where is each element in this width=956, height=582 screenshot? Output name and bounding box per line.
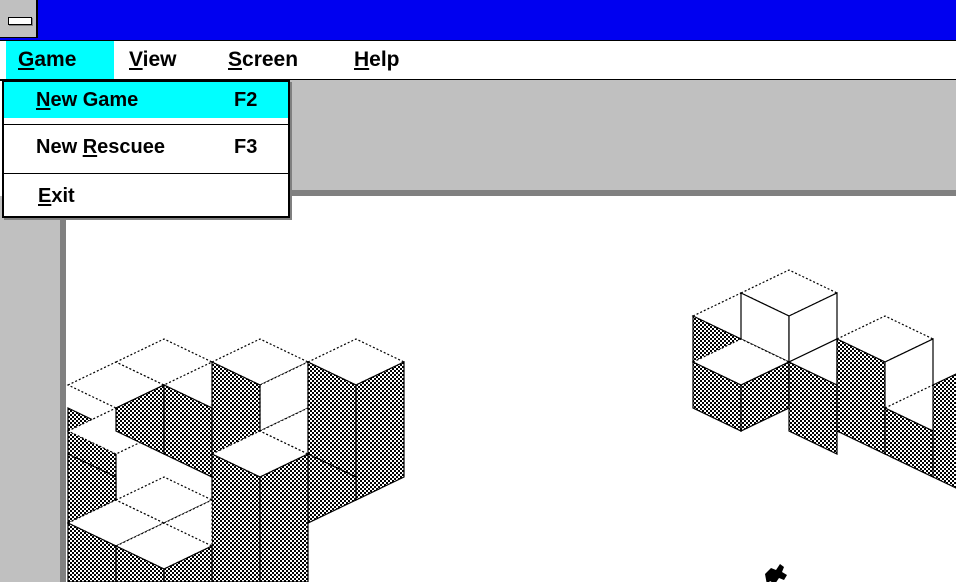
menu-item-new-rescuee-prefix: New bbox=[36, 136, 83, 158]
menu-item-new-rescuee[interactable]: New Rescuee F3 bbox=[4, 129, 288, 165]
menu-item-exit-rest: xit bbox=[51, 185, 75, 207]
menu-item-new-game-rest: ew Game bbox=[50, 89, 139, 111]
game-menu-dropdown: New Game F2 New Rescuee F3 Exit bbox=[2, 80, 290, 218]
menu-item-new-game-mnemonic: N bbox=[36, 89, 51, 111]
menu-separator bbox=[4, 124, 288, 125]
block-cluster-left bbox=[66, 338, 406, 582]
block-cluster-right bbox=[691, 269, 956, 489]
menu-item-new-rescuee-mnemonic: R bbox=[82, 136, 98, 158]
menu-item-exit[interactable]: Exit bbox=[4, 178, 288, 214]
menu-item-new-rescuee-shortcut: F3 bbox=[234, 136, 258, 158]
rescuee-figure-icon bbox=[765, 564, 787, 582]
menu-item-new-rescuee-rest: escuee bbox=[97, 136, 165, 158]
menu-separator bbox=[4, 173, 288, 174]
menu-item-new-game-shortcut: F2 bbox=[234, 89, 258, 111]
menu-item-exit-mnemonic: E bbox=[38, 185, 52, 207]
menu-item-new-game[interactable]: New Game F2 bbox=[4, 82, 288, 118]
